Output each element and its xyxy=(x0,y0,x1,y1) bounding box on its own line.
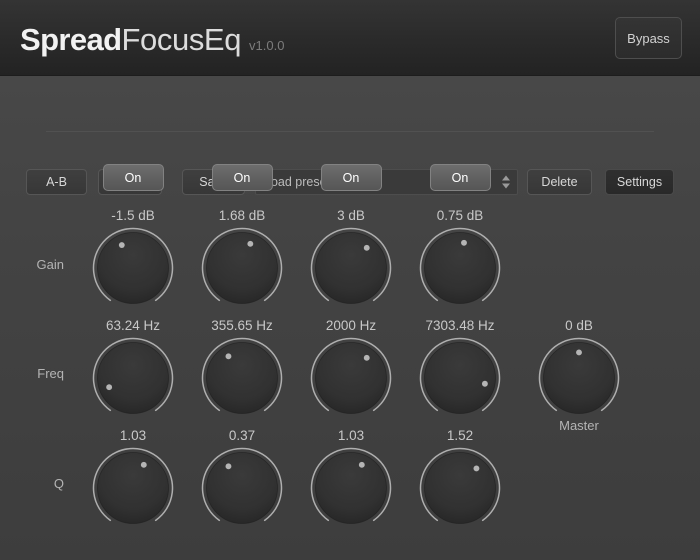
band-4-gain-knob[interactable] xyxy=(418,226,502,310)
preset-toolbar: A-B Copy Save Load preset... Delete Sett… xyxy=(0,76,700,195)
version-label: v1.0.0 xyxy=(249,38,285,53)
master-value: 0 dB xyxy=(565,318,593,333)
plugin-title-bold: Spread xyxy=(20,22,122,57)
band-2-gain-knob[interactable] xyxy=(200,226,284,310)
band-2-q-value: 0.37 xyxy=(228,428,256,443)
band-1-freq-knob[interactable] xyxy=(91,336,175,420)
band-3-q-knob[interactable] xyxy=(309,446,393,530)
delete-preset-button[interactable]: Delete xyxy=(527,169,592,195)
band-1-gain-knob[interactable] xyxy=(91,226,175,310)
chevron-updown-icon xyxy=(502,175,510,189)
band-4-gain-value: 0.75 dB xyxy=(436,208,484,223)
toolbar-divider xyxy=(46,131,654,132)
band-2-q-knob[interactable] xyxy=(200,446,284,530)
band-4-freq-knob[interactable] xyxy=(418,336,502,420)
band-1-q-knob[interactable] xyxy=(91,446,175,530)
band-1-freq-value: 63.24 Hz xyxy=(105,318,161,333)
band-2-on-button[interactable]: On xyxy=(211,164,273,191)
band-2-freq-knob[interactable] xyxy=(200,336,284,420)
bypass-button[interactable]: Bypass xyxy=(615,17,682,59)
band-4-q-knob[interactable] xyxy=(418,446,502,530)
settings-button[interactable]: Settings xyxy=(605,169,674,195)
band-2-gain-value: 1.68 dB xyxy=(218,208,266,223)
row-label-q: Q xyxy=(53,476,64,491)
band-4-on-button[interactable]: On xyxy=(429,164,491,191)
band-1-on-button[interactable]: On xyxy=(102,164,164,191)
ab-compare-button[interactable]: A-B xyxy=(26,169,87,195)
band-3-gain-value: 3 dB xyxy=(337,208,365,223)
band-3-freq-value: 2000 Hz xyxy=(325,318,377,333)
plugin-window: SpreadFocusEq v1.0.0 Bypass A-B Copy Sav… xyxy=(0,0,700,560)
band-3-on-button[interactable]: On xyxy=(320,164,382,191)
band-3-q-value: 1.03 xyxy=(337,428,365,443)
band-1-gain-value: -1.5 dB xyxy=(111,208,155,223)
row-label-gain: Gain xyxy=(36,257,64,272)
band-1-q-value: 1.03 xyxy=(119,428,147,443)
band-3-freq-knob[interactable] xyxy=(309,336,393,420)
band-4-q-value: 1.52 xyxy=(446,428,474,443)
row-label-freq: Freq xyxy=(37,366,64,381)
plugin-title: Spread FocusEq v1.0.0 xyxy=(20,22,284,58)
master-knob[interactable] xyxy=(537,336,621,420)
band-2-freq-value: 355.65 Hz xyxy=(211,318,273,333)
band-4-freq-value: 7303.48 Hz xyxy=(425,318,495,333)
master-label: Master xyxy=(559,418,599,433)
band-3-gain-knob[interactable] xyxy=(309,226,393,310)
plugin-header: Spread FocusEq v1.0.0 Bypass xyxy=(0,0,700,76)
plugin-title-light: FocusEq xyxy=(121,22,242,57)
